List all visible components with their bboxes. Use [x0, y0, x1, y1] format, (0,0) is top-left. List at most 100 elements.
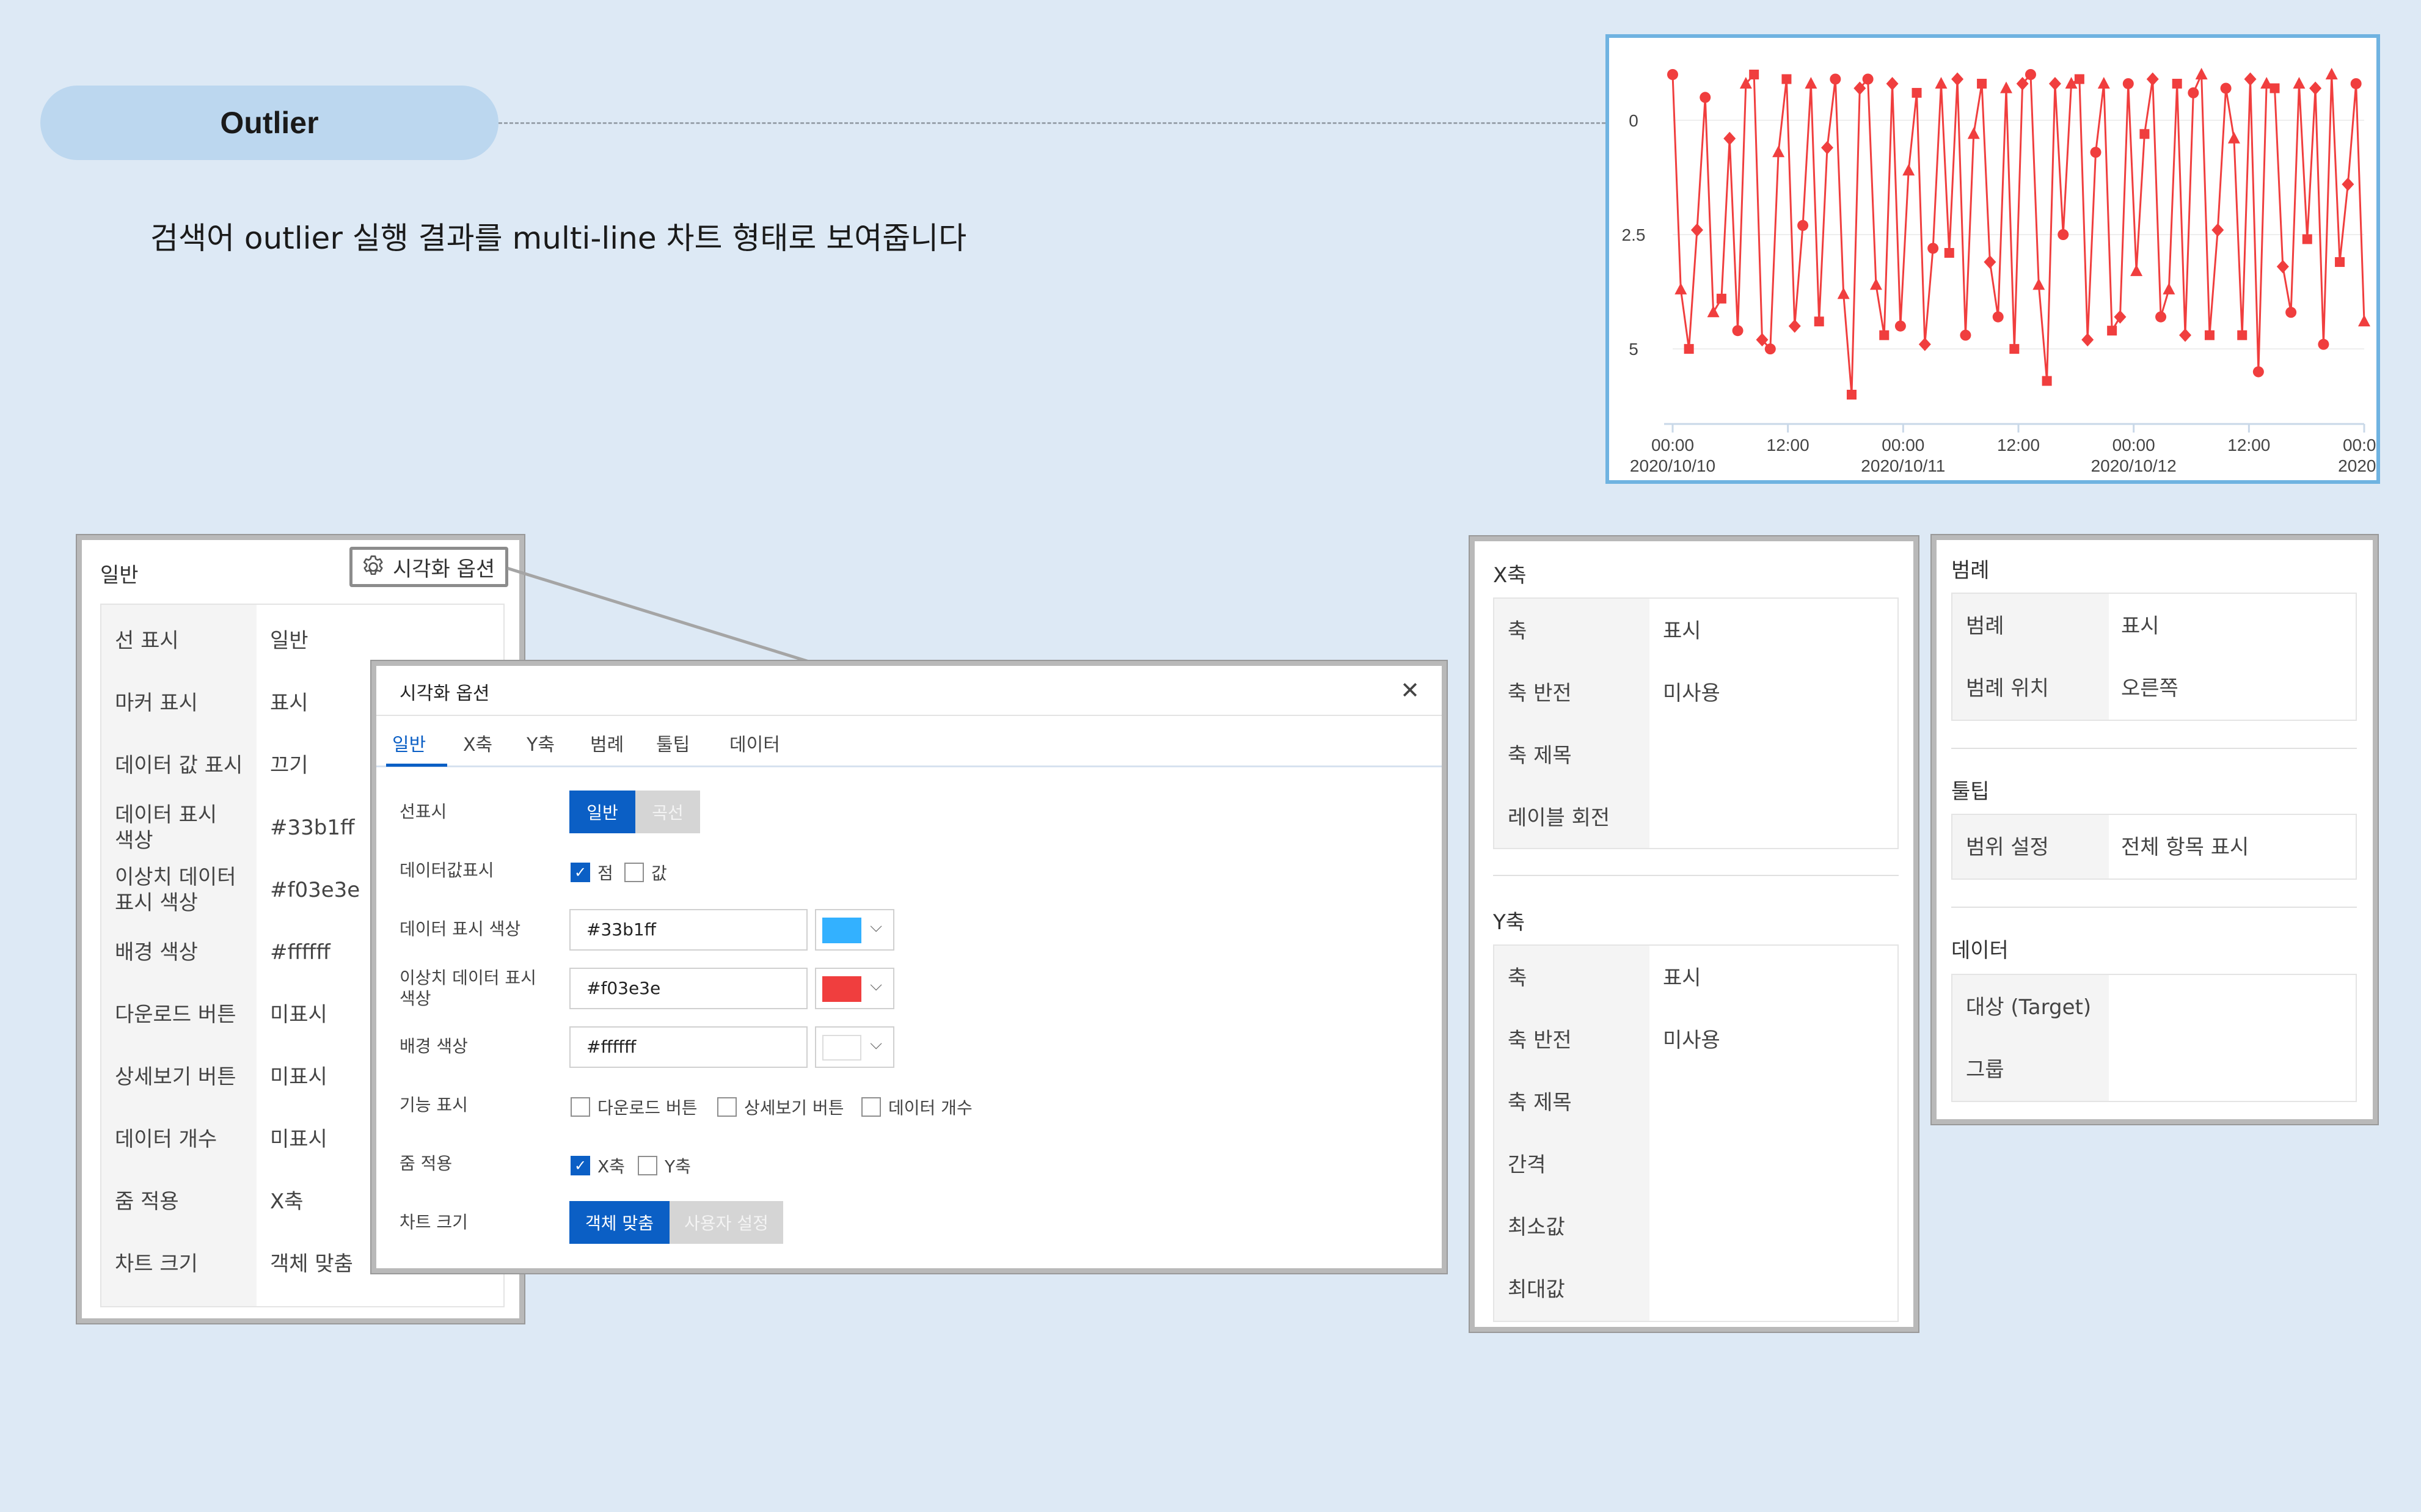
data-point — [1707, 305, 1720, 318]
chart-size-label: 차트 크기 — [400, 1212, 468, 1232]
y-tick-label: 0 — [1629, 111, 1638, 130]
row-key: 데이터 표시 색상 — [115, 803, 217, 853]
row-key: 배경 색상 — [115, 940, 198, 965]
row-key: 최대값 — [1508, 1277, 1565, 1302]
x-axis-table: 축 표시축 반전 미사용축 제목레이블 회전 — [1493, 597, 1899, 849]
row-key: 축 제목 — [1508, 743, 1572, 768]
data-count-checkbox[interactable]: 데이터 개수 — [861, 1095, 973, 1119]
row-key: 레이블 회전 — [1508, 806, 1610, 830]
table-row: 대상 (Target) — [1952, 976, 2356, 1039]
zoom-label: 줌 적용 — [400, 1153, 453, 1174]
data-point — [2350, 78, 2362, 89]
y-tick-label: 2.5 — [1622, 225, 1646, 244]
data-point — [1879, 330, 1890, 340]
x-tick-time-label: 12:00 — [1997, 436, 2040, 455]
row-value: 표시 — [1663, 619, 1701, 643]
row-key: 그룹 — [1966, 1057, 2004, 1082]
close-icon[interactable]: ✕ — [1400, 677, 1420, 704]
data-point — [1772, 145, 1785, 158]
row-key: 마커 표시 — [115, 691, 198, 715]
data-value-point-label: 점 — [597, 863, 613, 883]
tab-tooltip[interactable]: 툴팁 — [656, 729, 690, 756]
table-row: 축 반전 미사용 — [1494, 662, 1897, 725]
section-title-pill: Outlier — [40, 86, 498, 160]
table-row: 간격 — [1494, 1134, 1897, 1196]
data-point — [2122, 78, 2134, 89]
chart-size-toggle: 객체 맞춤 사용자 설정 — [569, 1201, 783, 1244]
data-point — [2048, 76, 2061, 90]
bg-color-input[interactable]: #ffffff — [569, 1026, 808, 1068]
data-point — [1716, 293, 1726, 304]
data-point — [2237, 330, 2248, 340]
row-value: 표시 — [2121, 614, 2160, 638]
data-point — [1912, 87, 1922, 98]
data-point — [1886, 76, 1899, 90]
chart-size-custom-button[interactable]: 사용자 설정 — [670, 1201, 783, 1244]
detail-button-checkbox[interactable]: 상세보기 버튼 — [717, 1095, 844, 1119]
chevron-down-icon: ⌵ — [870, 918, 882, 936]
data-color-picker[interactable]: ⌵ — [815, 909, 894, 951]
table-row: 최소값 — [1494, 1196, 1897, 1258]
zoom-y-checkbox[interactable]: Y축 — [638, 1153, 691, 1178]
data-point — [2114, 310, 2127, 324]
data-point — [2204, 330, 2215, 340]
tab-data[interactable]: 데이터 — [729, 729, 780, 756]
data-point — [2009, 344, 2020, 354]
outlier-color-picker[interactable]: ⌵ — [815, 968, 894, 1009]
data-point — [1700, 92, 1711, 103]
zoom-x-checkbox[interactable]: ✓ X축 — [571, 1153, 625, 1178]
row-value: 표시 — [270, 691, 309, 715]
x-tick-time-label: 00:00 — [1882, 436, 1924, 455]
legend-tooltip-data-panel: 범례 범례 표시 범례 위치 오른쪽 툴팁 범위 설정 전체 항목 표시 데이터 대상 … — [1932, 535, 2378, 1124]
line-style-toggle: 일반 곡선 — [569, 791, 700, 833]
x-tick-date-label: 2020/10/10 — [1630, 456, 1715, 475]
x-tick-time-label: 12:00 — [1767, 436, 1809, 455]
data-point — [2325, 68, 2338, 79]
row-key: 축 제목 — [1508, 1090, 1572, 1115]
row-key: 데이터 값 표시 — [115, 753, 243, 778]
zoom-x-label: X축 — [597, 1156, 625, 1177]
row-value: 표시 — [1663, 966, 1701, 990]
bg-color-label: 배경 색상 — [400, 1036, 468, 1056]
data-point — [2302, 234, 2312, 244]
row-value: 객체 맞춤 — [270, 1252, 353, 1276]
data-point — [2025, 69, 2036, 80]
data-value-value-checkbox[interactable]: 값 — [624, 860, 667, 885]
row-key: 차트 크기 — [115, 1252, 198, 1276]
data-point — [2179, 328, 2192, 342]
data-point — [1837, 287, 1850, 299]
download-button-checkbox[interactable]: 다운로드 버튼 — [571, 1095, 697, 1119]
y-axis-table: 축 표시 축 반전 미사용 축 제목 간격 최소값 최대값 — [1493, 944, 1899, 1322]
tab-x-axis[interactable]: X축 — [463, 729, 492, 756]
visualization-options-button[interactable]: 시각화 옵션 — [349, 547, 508, 587]
row-value: #ffffff — [270, 940, 330, 965]
data-point — [2172, 78, 2182, 89]
outlier-color-input[interactable]: #f03e3e — [569, 968, 808, 1009]
table-row: 범위 설정 전체 항목 표시 — [1952, 816, 2356, 878]
data-point — [2335, 257, 2345, 267]
tab-legend[interactable]: 범례 — [590, 729, 624, 756]
data-color-input[interactable]: #33b1ff — [569, 909, 808, 951]
data-point — [1788, 319, 1801, 333]
row-value: 전체 항목 표시 — [2121, 835, 2249, 860]
row-value: X축 — [270, 1189, 304, 1214]
row-key: 대상 (Target) — [1966, 995, 2092, 1020]
row-key: 축 — [1508, 619, 1527, 643]
x-tick-date-label: 2020... — [2338, 456, 2376, 475]
data-point — [1862, 73, 1874, 85]
tab-y-axis[interactable]: Y축 — [527, 729, 555, 756]
line-style-curve-button[interactable]: 곡선 — [635, 791, 700, 833]
row-key: 줌 적용 — [115, 1189, 179, 1214]
line-style-normal-button[interactable]: 일반 — [569, 791, 635, 833]
tab-general[interactable]: 일반 — [392, 729, 426, 756]
bg-color-picker[interactable]: ⌵ — [815, 1026, 894, 1068]
data-value-point-checkbox[interactable]: ✓ 점 — [571, 860, 613, 885]
legend-table: 범례 표시 범례 위치 오른쪽 — [1951, 593, 2357, 721]
chart-size-fit-button[interactable]: 객체 맞춤 — [569, 1201, 670, 1244]
data-point — [2155, 311, 2167, 323]
row-key: 상세보기 버튼 — [115, 1065, 236, 1089]
axes-settings-panel: X축 축 표시 축 반전 미사용 축 제목 레이블 회전 Y축 축 표시 축 반전 미사용 축 제… — [1470, 536, 1918, 1332]
row-key: 최소값 — [1508, 1215, 1565, 1240]
row-key: 선 표시 — [115, 629, 179, 653]
data-point — [1830, 73, 1841, 85]
